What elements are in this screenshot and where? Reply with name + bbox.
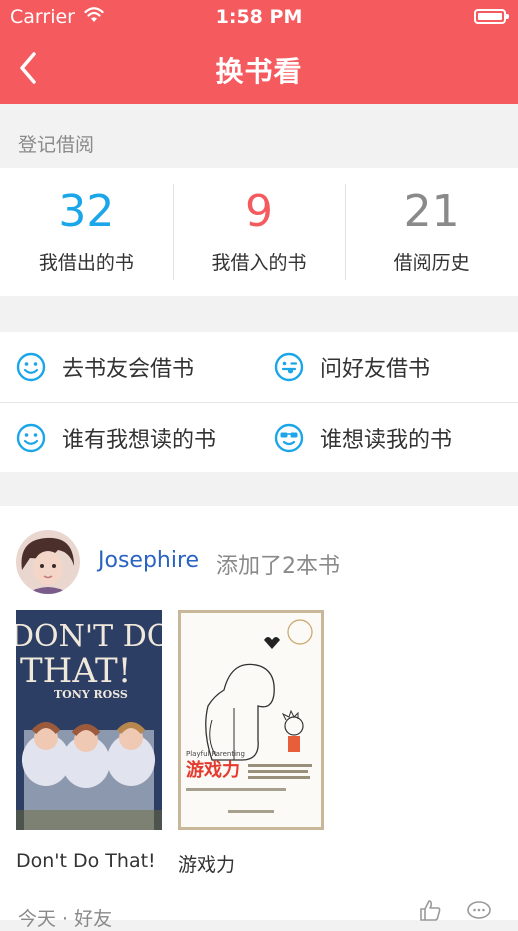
action-who-wants-mine[interactable]: 谁想读我的书 — [274, 403, 452, 473]
cover-author: TONY ROSS — [54, 688, 128, 701]
sunglasses-icon — [274, 423, 304, 453]
action-label: 谁想读我的书 — [320, 428, 453, 453]
book-cover-youxili[interactable]: Playful Parenting 游戏力 — [178, 610, 324, 830]
feed-meta: 今天 · 好友 — [18, 908, 113, 930]
nav-bar: 换书看 — [0, 34, 518, 104]
action-label: 谁有我想读的书 — [62, 428, 217, 453]
feed-card: Josephire 添加了2本书 DON'T DO THAT! TONY ROS… — [0, 506, 518, 930]
smile-icon — [16, 423, 46, 453]
stat-label: 我借入的书 — [211, 252, 307, 274]
status-bar: Carrier 1:58 PM — [0, 0, 518, 34]
action-label: 问好友借书 — [320, 357, 431, 382]
stat-value: 21 — [403, 186, 460, 237]
action-ask-friend[interactable]: 问好友借书 — [274, 332, 430, 402]
wink-tongue-icon — [274, 352, 304, 382]
action-grid: 去书友会借书 问好友借书 谁有我想读的书 谁想读我的书 — [0, 332, 518, 472]
smile-icon — [16, 352, 46, 382]
action-who-has-wanted[interactable]: 谁有我想读的书 — [16, 403, 216, 473]
stat-value: 32 — [58, 186, 115, 237]
book-title[interactable]: 游戏力 — [178, 850, 235, 877]
action-book-club[interactable]: 去书友会借书 — [16, 332, 194, 402]
stat-history[interactable]: 21 借阅历史 — [345, 168, 518, 296]
avatar[interactable] — [16, 530, 80, 594]
action-label: 去书友会借书 — [62, 357, 195, 382]
book-title[interactable]: Don't Do That! — [16, 850, 156, 872]
stat-borrowed-in[interactable]: 9 我借入的书 — [172, 168, 346, 296]
cover-line2: THAT! — [20, 651, 131, 691]
stat-label: 我借出的书 — [38, 252, 134, 274]
thumbs-up-icon[interactable] — [418, 898, 442, 922]
book-cover-dont-do-that[interactable]: DON'T DO THAT! TONY ROSS — [10, 610, 171, 830]
feed-action-text: 添加了2本书 — [216, 554, 340, 579]
cover-line1: DON'T DO — [16, 619, 162, 654]
battery-icon — [474, 9, 509, 24]
clock: 1:58 PM — [215, 6, 303, 28]
cover-english-title: Playful Parenting — [186, 750, 245, 758]
stat-lent-out[interactable]: 32 我借出的书 — [0, 168, 173, 296]
feed-username[interactable]: Josephire — [98, 548, 199, 573]
stat-label: 借阅历史 — [393, 252, 470, 274]
cover-title: 游戏力 — [186, 759, 240, 781]
section-label: 登记借阅 — [18, 134, 95, 156]
page-title: 换书看 — [215, 55, 303, 88]
comment-icon[interactable] — [466, 900, 492, 922]
stat-value: 9 — [245, 186, 273, 237]
borrow-stats: 32 我借出的书 9 我借入的书 21 借阅历史 — [0, 168, 518, 296]
